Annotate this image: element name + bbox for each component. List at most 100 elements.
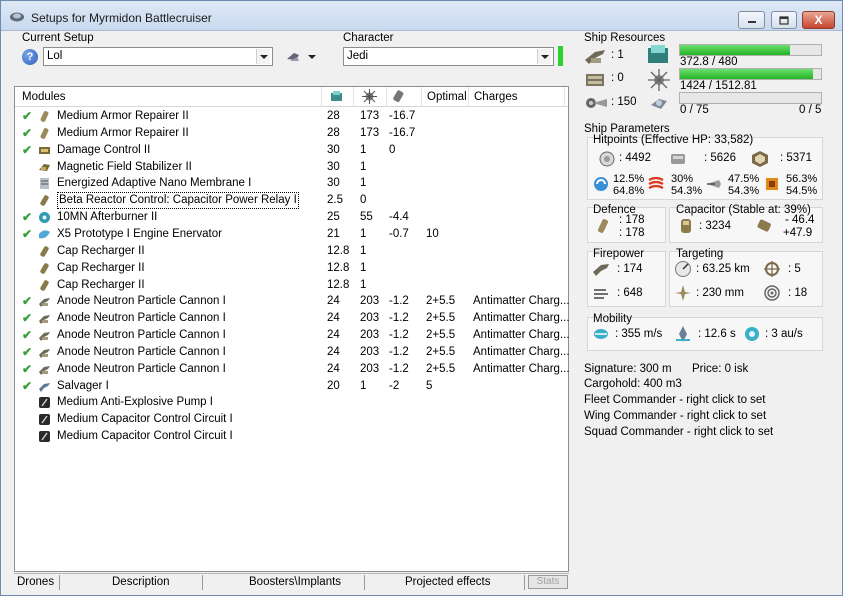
cpu-icon[interactable] — [329, 89, 344, 104]
module-name: 10MN Afterburner II — [57, 211, 158, 224]
active-check-icon[interactable]: ✔ — [22, 327, 34, 344]
header-modules[interactable]: Modules — [22, 90, 65, 105]
module-row[interactable]: ✔ Anode Neutron Particle Cannon I 24 203 -1.… — [15, 327, 570, 344]
character-select[interactable]: Jedi — [343, 47, 554, 66]
thermal-resist-shield: 30% — [671, 173, 694, 185]
module-row[interactable]: ✔ Medium Armor Repairer II 28 173 -16.7 — [15, 125, 568, 142]
setup-select[interactable]: Lol — [43, 47, 273, 66]
active-check-icon[interactable]: ✔ — [22, 142, 34, 159]
module-row[interactable]: Cap Recharger II 12.8 1 — [15, 243, 568, 260]
module-optimal: 2+5.5 — [426, 295, 456, 308]
module-powergrid: 0 — [360, 194, 367, 207]
module-row[interactable]: Energized Adaptive Nano Membrane I 30 1 — [15, 175, 568, 192]
module-charges: Antimatter Charg... — [473, 295, 570, 308]
module-powergrid: 203 — [360, 312, 380, 325]
capacitor-use-icon[interactable] — [392, 89, 406, 104]
module-row[interactable]: Cap Recharger II 12.8 1 — [15, 260, 568, 277]
active-check-icon[interactable]: ✔ — [22, 378, 34, 395]
bottom-tabs: Drones Description Boosters\Implants Pro… — [14, 573, 569, 591]
module-row[interactable]: ✔ Anode Neutron Particle Cannon I 24 203 -1.… — [15, 293, 570, 310]
module-charges: Antimatter Charg... — [473, 362, 570, 375]
module-cpu: 30 — [327, 160, 340, 173]
tab-description[interactable]: Description — [112, 576, 170, 588]
character-label: Character — [343, 32, 394, 44]
squad-commander[interactable]: Squad Commander - right click to set — [584, 426, 773, 438]
active-check-icon[interactable]: ✔ — [22, 125, 34, 142]
ship-price: Price: 0 isk — [692, 363, 749, 375]
active-check-icon[interactable]: ✔ — [22, 361, 34, 378]
tab-boosters-implants[interactable]: Boosters\Implants — [249, 576, 341, 588]
capacitor-delta-1: - 46.4 — [785, 214, 815, 226]
module-cpu: 25 — [327, 211, 340, 224]
active-check-icon[interactable]: ✔ — [22, 226, 34, 243]
sensor-strength-value: : 18 — [788, 287, 808, 299]
module-name: Energized Adaptive Nano Membrane I — [57, 177, 252, 190]
align-time-icon — [676, 326, 690, 342]
volley-icon — [594, 289, 608, 299]
character-status-indicator — [558, 46, 563, 66]
tab-projected-effects[interactable]: Projected effects — [405, 576, 490, 588]
module-capacitor-use: -1.2 — [389, 312, 409, 325]
maximize-button[interactable] — [771, 11, 797, 29]
module-row[interactable]: Cap Recharger II 12.8 1 — [15, 277, 568, 294]
module-row[interactable]: ✔ X5 Prototype I Engine Enervator 21 1 -0.7 1… — [15, 226, 568, 243]
module-row[interactable]: Medium Anti-Explosive Pump I — [15, 394, 568, 411]
module-powergrid: 1 — [360, 177, 367, 190]
wing-commander[interactable]: Wing Commander - right click to set — [584, 410, 766, 422]
module-name: Anode Neutron Particle Cannon I — [57, 312, 226, 325]
firepower-value-2: : 648 — [617, 287, 643, 299]
kinetic-resist-icon — [707, 180, 721, 188]
tab-drones[interactable]: Drones — [17, 576, 54, 588]
module-powergrid: 55 — [360, 211, 373, 224]
active-check-icon[interactable]: ✔ — [22, 108, 34, 125]
hybrid-turret-icon — [39, 348, 50, 358]
powergrid-bar — [679, 68, 822, 80]
targeting-title: Targeting — [676, 248, 724, 260]
module-row[interactable]: ✔ Anode Neutron Particle Cannon I 24 203 -1.… — [15, 361, 570, 378]
firepower-value-1: : 174 — [617, 263, 643, 275]
module-name: Anode Neutron Particle Cannon I — [57, 295, 226, 308]
active-check-icon[interactable]: ✔ — [22, 310, 34, 327]
module-row[interactable]: ✔ Damage Control II 30 1 0 — [15, 142, 568, 159]
module-powergrid: 1 — [360, 379, 367, 392]
help-icon[interactable]: ? — [22, 49, 38, 65]
scan-resolution-icon — [675, 285, 691, 301]
module-cpu: 20 — [327, 379, 340, 392]
active-check-icon[interactable]: ✔ — [22, 293, 34, 310]
header-charges[interactable]: Charges — [474, 90, 517, 105]
module-capacitor-use: -1.2 — [389, 362, 409, 375]
fleet-commander[interactable]: Fleet Commander - right click to set — [584, 394, 766, 406]
modules-list[interactable]: Modules Optimal Charges ✔ Medium Armor Re… — [14, 86, 570, 572]
module-row[interactable]: Medium Capacitor Control Circuit I — [15, 428, 568, 445]
module-row[interactable]: Medium Capacitor Control Circuit I — [15, 411, 568, 428]
active-check-icon[interactable]: ✔ — [22, 209, 34, 226]
setup-actions-button[interactable] — [284, 47, 318, 67]
module-row[interactable]: ✔ Anode Neutron Particle Cannon I 24 203 -1.… — [15, 344, 570, 361]
module-powergrid: 1 — [360, 143, 367, 156]
defence-value-2: : 178 — [619, 227, 645, 239]
title-bar[interactable]: Setups for Myrmidon Battlecruiser X — [1, 1, 842, 31]
powergrid-icon[interactable] — [362, 89, 377, 104]
hybrid-turret-icon — [39, 332, 50, 342]
close-button[interactable]: X — [802, 11, 835, 29]
module-row[interactable]: Beta Reactor Control: Capacitor Power Re… — [15, 192, 568, 210]
em-resist-armor: 64.8% — [613, 185, 645, 197]
magnetic-stabilizer-icon — [39, 163, 50, 171]
header-optimal[interactable]: Optimal — [427, 90, 467, 105]
minimize-button[interactable] — [738, 11, 765, 29]
module-row[interactable]: ✔ 10MN Afterburner II 25 55 -4.4 — [15, 209, 568, 226]
module-row[interactable]: ✔ Anode Neutron Particle Cannon I 24 203 -1.… — [15, 310, 570, 327]
chevron-down-icon — [537, 49, 551, 64]
module-cpu: 24 — [327, 329, 340, 342]
module-row[interactable]: ✔ Medium Armor Repairer II 28 173 -16.7 — [15, 108, 568, 125]
module-name: Cap Recharger II — [57, 278, 145, 291]
module-name: Medium Anti-Explosive Pump I — [57, 396, 213, 409]
module-row[interactable]: Magnetic Field Stabilizer II 30 1 — [15, 159, 568, 176]
hitpoints-title: Hitpoints (Effective HP: 33,582) — [593, 134, 754, 146]
calibration-icon — [586, 98, 607, 108]
module-powergrid: 1 — [360, 244, 367, 257]
stats-button[interactable]: Stats — [528, 575, 568, 589]
module-row[interactable]: ✔ Salvager I 20 1 -2 5 — [15, 378, 568, 395]
align-time-value: : 12.6 s — [698, 328, 736, 340]
active-check-icon[interactable]: ✔ — [22, 344, 34, 361]
